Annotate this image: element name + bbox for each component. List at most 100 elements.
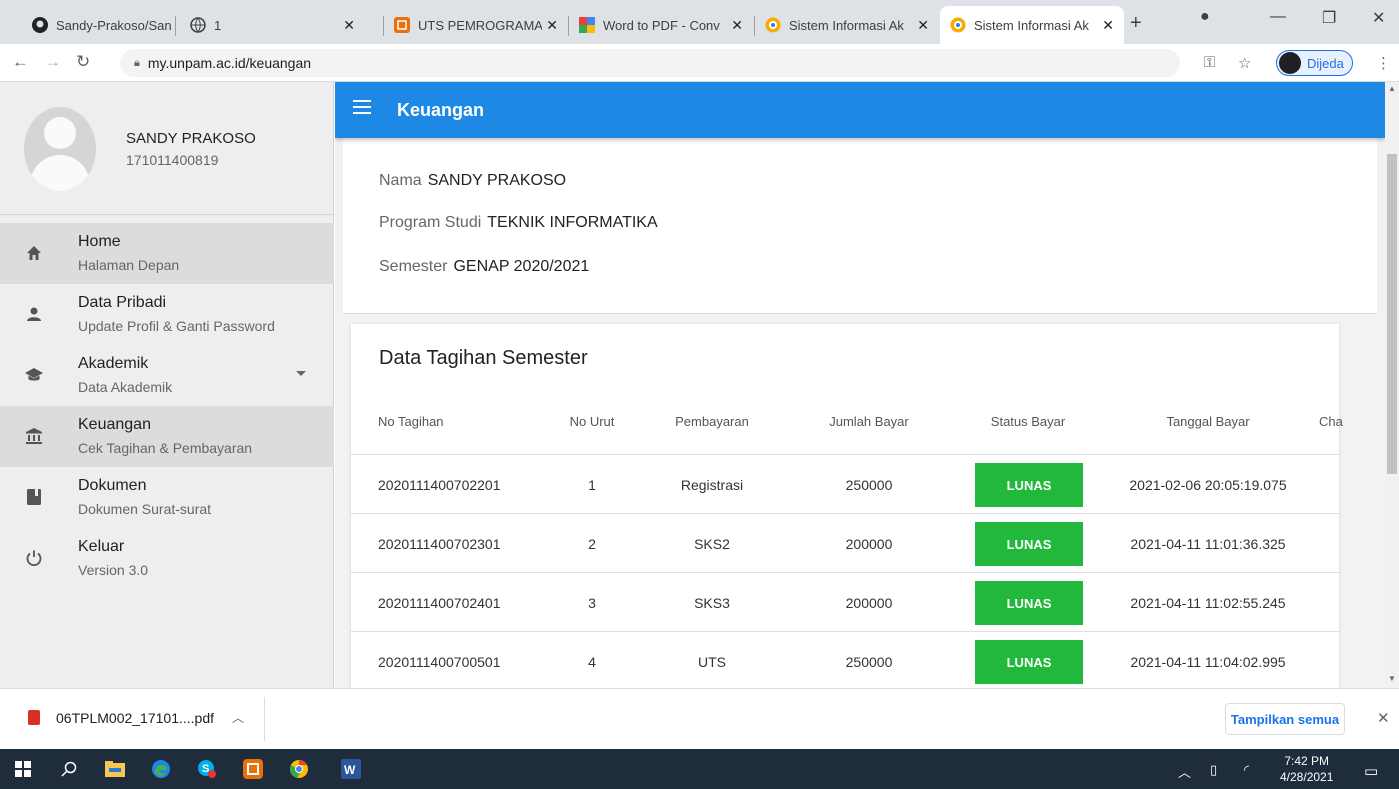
edge-browser-icon[interactable]	[150, 758, 172, 780]
sidebar-item-title: Home	[78, 233, 121, 250]
unpam-logo-icon	[950, 17, 966, 33]
app-bar: Keuangan	[335, 82, 1385, 138]
cell-pembayaran: SKS3	[694, 595, 730, 611]
search-icon[interactable]	[58, 758, 80, 780]
sidebar-item-title: Data Pribadi	[78, 294, 167, 311]
maximize-icon[interactable]: ❐	[1322, 8, 1336, 28]
status-badge: LUNAS	[975, 640, 1083, 684]
tab-title: 1	[214, 17, 222, 33]
cell-jumlah-bayar: 250000	[845, 477, 893, 493]
browser-tab-1[interactable]: 1 ✕	[180, 6, 365, 44]
tab-search-icon[interactable]: ●	[1200, 8, 1210, 26]
info-value: TEKNIK INFORMATIKA	[487, 214, 658, 231]
scroll-down-arrow-icon[interactable]: ▼	[1388, 674, 1396, 683]
download-item[interactable]: 06TPLM002_17101....pdf ︿	[28, 709, 244, 726]
close-window-icon[interactable]: ✕	[1372, 8, 1385, 28]
pdf-file-icon	[28, 710, 40, 725]
page-title: Keuangan	[397, 100, 485, 120]
tab-title: Word to PDF - Conv	[603, 17, 720, 33]
sidebar-item-subtitle: Halaman Depan	[78, 257, 180, 273]
sidebar-item-akademik[interactable]: Akademik Data Akademik	[0, 345, 334, 406]
user-nim: 171011400819	[126, 152, 219, 168]
wifi-icon[interactable]: ◜	[1244, 762, 1249, 778]
chrome-icon[interactable]	[288, 758, 310, 780]
system-clock[interactable]: 7:42 PM 4/28/2021	[1280, 753, 1333, 785]
sidebar: SANDY PRAKOSO 171011400819 Home Halaman …	[0, 82, 334, 688]
info-nama: Nama SANDY PRAKOSO	[379, 172, 566, 190]
svg-text:W: W	[344, 763, 356, 777]
back-arrow-icon[interactable]: ←	[12, 52, 29, 72]
info-program-studi: Program Studi TEKNIK INFORMATIKA	[379, 214, 658, 232]
profile-button[interactable]: Dijeda	[1276, 50, 1353, 76]
avatar	[24, 107, 96, 191]
status-badge: LUNAS	[975, 581, 1083, 625]
sidebar-item-data-pribadi[interactable]: Data Pribadi Update Profil & Ganti Passw…	[0, 284, 334, 345]
table-row: 2020111400702201 1 Registrasi 250000 LUN…	[351, 454, 1339, 513]
chevron-up-icon[interactable]: ︿	[232, 709, 244, 726]
scroll-up-arrow-icon[interactable]: ▲	[1388, 84, 1396, 93]
close-icon[interactable]: ✕	[731, 17, 743, 34]
column-header: Cha	[1319, 414, 1343, 429]
cell-pembayaran: UTS	[698, 654, 726, 670]
notification-icon[interactable]: ▭	[1364, 762, 1378, 780]
key-icon[interactable]: ⚿	[1204, 54, 1215, 71]
tablet-icon[interactable]: ▯	[1210, 762, 1217, 778]
info-value: SANDY PRAKOSO	[427, 172, 567, 189]
sidebar-item-home[interactable]: Home Halaman Depan	[0, 223, 334, 284]
browser-tab-active[interactable]: Sistem Informasi Ak ✕	[940, 6, 1124, 44]
sidebar-item-subtitle: Version 3.0	[78, 562, 149, 578]
skype-icon[interactable]: S	[196, 758, 218, 780]
info-label: Nama	[379, 172, 422, 189]
star-icon[interactable]: ☆	[1238, 54, 1251, 72]
download-file-name: 06TPLM002_17101....pdf	[56, 709, 215, 726]
browser-tab-sistem-informasi[interactable]: Sistem Informasi Ak ✕	[755, 6, 939, 44]
sidebar-item-dokumen[interactable]: Dokumen Dokumen Surat-surat	[0, 467, 334, 528]
minimize-icon[interactable]: —	[1270, 8, 1286, 26]
sidebar-item-subtitle: Cek Tagihan & Pembayaran	[78, 440, 253, 456]
orange-app-icon[interactable]	[242, 758, 264, 780]
forward-arrow-icon[interactable]: →	[44, 52, 61, 72]
new-tab-button[interactable]: +	[1130, 12, 1142, 35]
github-icon	[32, 17, 48, 33]
tab-title: Sistem Informasi Ak	[789, 17, 904, 33]
scrollbar-thumb[interactable]	[1387, 154, 1397, 474]
info-value: GENAP 2020/2021	[453, 258, 590, 275]
close-icon[interactable]: ✕	[1102, 17, 1114, 34]
sidebar-item-keuangan[interactable]: Keuangan Cek Tagihan & Pembayaran	[0, 406, 334, 467]
table-row: 2020111400702401 3 SKS3 200000 LUNAS 202…	[351, 572, 1339, 631]
billing-card: Data Tagihan Semester No Tagihan No Urut…	[351, 324, 1343, 688]
sidebar-item-keluar[interactable]: Keluar Version 3.0	[0, 528, 334, 589]
chevron-down-icon[interactable]	[296, 371, 306, 376]
windows-taskbar: S W ︿ ▯ ◜ 7:42 PM 4/28/2021 ▭	[0, 749, 1399, 789]
kebab-menu-icon[interactable]: ⋮	[1376, 54, 1391, 72]
windows-start-icon[interactable]	[12, 758, 34, 780]
file-explorer-icon[interactable]	[104, 758, 126, 780]
multicolor-icon	[579, 17, 595, 33]
column-header: Status Bayar	[990, 414, 1066, 429]
word-icon[interactable]: W	[340, 758, 362, 780]
sidebar-item-title: Akademik	[78, 355, 149, 372]
orange-app-icon	[394, 17, 410, 33]
chevron-up-icon[interactable]: ︿	[1178, 762, 1191, 781]
close-icon[interactable]: ✕	[546, 17, 558, 34]
person-icon	[24, 304, 44, 324]
column-header: Pembayaran	[675, 414, 749, 429]
home-icon	[24, 243, 44, 263]
browser-tab-word-to-pdf[interactable]: Word to PDF - Conv ✕	[569, 6, 753, 44]
sidebar-item-subtitle: Data Akademik	[78, 379, 173, 395]
address-bar[interactable]: 🔒︎ my.unpam.ac.id/keuangan	[120, 49, 1180, 77]
show-all-button[interactable]: Tampilkan semua	[1225, 703, 1345, 735]
globe-icon	[190, 17, 206, 33]
browser-tab-strip: Sandy-Prakoso/San 1 ✕ UTS PEMROGRAMA ✕ W…	[0, 0, 1399, 44]
info-label: Program Studi	[379, 214, 482, 231]
cell-pembayaran: SKS2	[694, 536, 730, 552]
close-icon[interactable]: ✕	[1377, 709, 1390, 727]
status-badge: LUNAS	[975, 463, 1083, 507]
reload-icon[interactable]: ↻	[76, 52, 90, 72]
vertical-scrollbar[interactable]: ▲ ▼	[1385, 82, 1399, 688]
close-icon[interactable]: ✕	[343, 17, 355, 34]
hamburger-menu-icon[interactable]	[353, 100, 371, 114]
browser-tab-uts[interactable]: UTS PEMROGRAMA ✕	[384, 6, 568, 44]
close-icon[interactable]: ✕	[917, 17, 929, 34]
column-header: Tanggal Bayar	[1166, 414, 1250, 429]
